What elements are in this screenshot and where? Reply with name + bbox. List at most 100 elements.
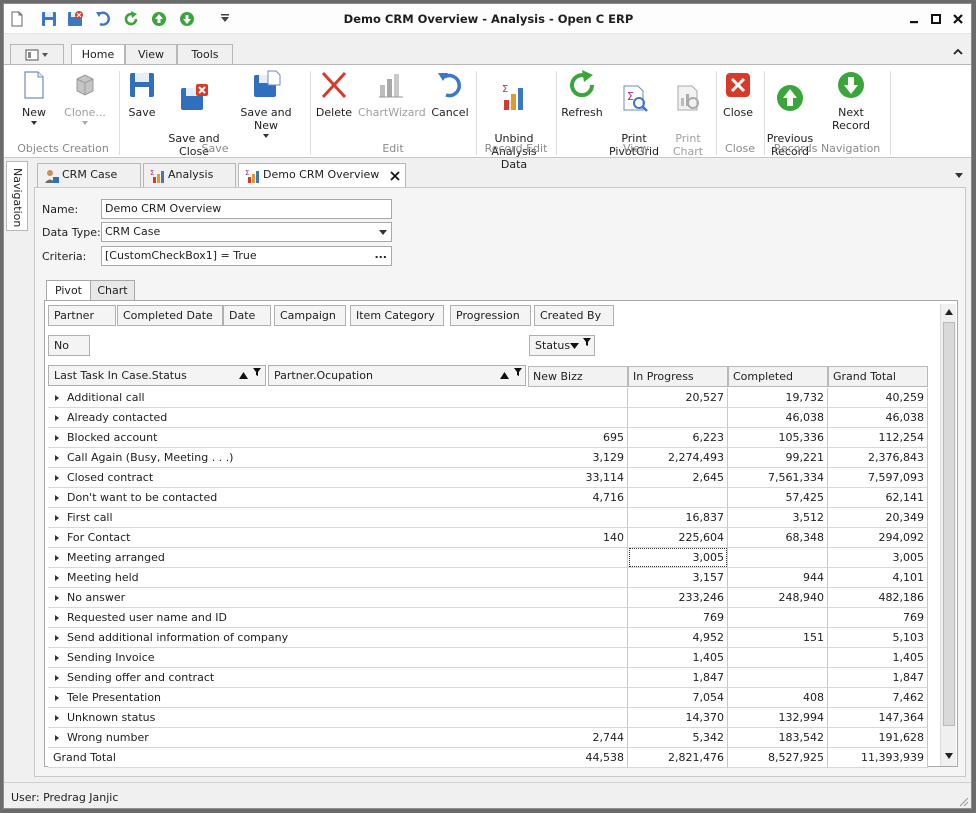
pivot-cell[interactable] (528, 388, 628, 408)
expand-row-icon[interactable] (55, 595, 59, 601)
name-field[interactable]: Demo CRM Overview (101, 199, 392, 219)
expand-row-icon[interactable] (55, 515, 59, 521)
next-record-button[interactable]: Next Record (818, 69, 884, 132)
expand-row-icon[interactable] (55, 455, 59, 461)
pivot-cell[interactable] (528, 708, 628, 728)
pivot-cell[interactable]: 1,405 (828, 648, 928, 668)
pivot-cell[interactable]: 191,628 (828, 728, 928, 748)
vertical-scrollbar[interactable] (940, 304, 956, 766)
pivot-row-header[interactable]: Send additional information of company (48, 628, 532, 648)
filter-field-completed-date[interactable]: Completed Date (117, 305, 223, 326)
pivot-cell[interactable]: 2,744 (528, 728, 628, 748)
pivot-cell[interactable]: 20,349 (828, 508, 928, 528)
pivot-cell[interactable]: 944 (728, 568, 828, 588)
unbind-analysis-data-button[interactable]: Σ Unbind Analysis Data (478, 69, 550, 184)
tab-home[interactable]: Home (71, 44, 125, 66)
pivot-cell[interactable] (528, 568, 628, 588)
pivot-row-header[interactable]: Blocked account (48, 428, 532, 448)
pivot-cell[interactable] (528, 608, 628, 628)
pivot-cell[interactable]: 57,425 (728, 488, 828, 508)
pivot-cell[interactable]: 19,732 (728, 388, 828, 408)
tab-pivot[interactable]: Pivot (46, 280, 91, 302)
new-button[interactable]: New (14, 69, 54, 125)
pivot-cell[interactable]: 46,038 (828, 408, 928, 428)
pivot-cell[interactable]: 248,940 (728, 588, 828, 608)
pivot-cell[interactable]: 482,186 (828, 588, 928, 608)
expand-row-icon[interactable] (55, 495, 59, 501)
pivot-cell[interactable]: 151 (728, 628, 828, 648)
filter-field-date[interactable]: Date (223, 305, 271, 326)
pivot-cell[interactable]: 16,837 (628, 508, 728, 528)
pivot-row-header[interactable]: Meeting held (48, 568, 532, 588)
data-field-no[interactable]: No (48, 335, 90, 356)
pivot-cell[interactable]: 20,527 (628, 388, 728, 408)
pivot-cell[interactable] (628, 488, 728, 508)
pivot-cell[interactable]: 2,274,493 (628, 448, 728, 468)
expand-row-icon[interactable] (55, 695, 59, 701)
pivot-cell[interactable]: 1,847 (828, 668, 928, 688)
pivot-cell[interactable]: 6,223 (628, 428, 728, 448)
filter-field-created-by[interactable]: Created By (534, 305, 614, 326)
expand-row-icon[interactable] (55, 475, 59, 481)
expand-row-icon[interactable] (55, 395, 59, 401)
criteria-field[interactable]: [CustomCheckBox1] = True ... (101, 246, 392, 266)
save-button[interactable]: Save (124, 69, 160, 119)
pivot-cell[interactable]: 183,542 (728, 728, 828, 748)
pivot-cell[interactable] (528, 548, 628, 568)
expand-row-icon[interactable] (55, 575, 59, 581)
pivot-cell[interactable]: 769 (828, 608, 928, 628)
pivot-cell[interactable]: 40,259 (828, 388, 928, 408)
pivot-row-header[interactable]: Requested user name and ID (48, 608, 532, 628)
filter-field-item-category[interactable]: Item Category (350, 305, 444, 326)
expand-row-icon[interactable] (55, 535, 59, 541)
column-header-new-bizz[interactable]: New Bizz (528, 366, 628, 387)
expand-row-icon[interactable] (55, 415, 59, 421)
scroll-down-icon[interactable] (945, 753, 953, 759)
close-tab-icon[interactable] (390, 171, 400, 181)
cancel-button[interactable]: Cancel (428, 69, 472, 119)
scroll-up-icon[interactable] (945, 309, 953, 315)
pivot-cell[interactable]: 3,005 (628, 548, 728, 568)
expand-row-icon[interactable] (55, 615, 59, 621)
close-window-icon[interactable] (951, 12, 965, 26)
tab-list-dropdown-icon[interactable] (954, 173, 964, 179)
pivot-cell[interactable]: 4,952 (628, 628, 728, 648)
pivot-row-header[interactable]: No answer (48, 588, 532, 608)
application-menu-button[interactable] (10, 44, 64, 65)
column-field-status[interactable]: Status (529, 335, 595, 356)
pivot-cell[interactable]: 140 (528, 528, 628, 548)
pivot-cell[interactable]: 46,038 (728, 408, 828, 428)
doc-tab-analysis[interactable]: Σ Analysis (143, 163, 236, 187)
row-field-partner-ocupation[interactable]: Partner.Ocupation (268, 365, 526, 386)
print-chart-button[interactable]: Print Chart (664, 69, 712, 171)
scrollbar-thumb[interactable] (943, 322, 955, 726)
pivot-cell[interactable]: 112,254 (828, 428, 928, 448)
pivot-row-header[interactable]: Wrong number (48, 728, 532, 748)
pivot-cell[interactable] (528, 508, 628, 528)
pivot-cell[interactable] (528, 688, 628, 708)
collapse-ribbon-icon[interactable] (952, 47, 964, 57)
save-and-close-button[interactable]: Save and Close (166, 69, 222, 171)
pivot-cell[interactable]: 769 (628, 608, 728, 628)
pivot-row-header[interactable]: Call Again (Busy, Meeting . . .) (48, 448, 532, 468)
column-header-completed[interactable]: Completed (728, 366, 828, 387)
pivot-cell[interactable]: 99,221 (728, 448, 828, 468)
close-button[interactable]: Close (718, 69, 758, 119)
pivot-cell[interactable]: 7,597,093 (828, 468, 928, 488)
expand-row-icon[interactable] (55, 655, 59, 661)
expand-row-icon[interactable] (55, 555, 59, 561)
pivot-row-header[interactable]: Already contacted (48, 408, 532, 428)
pivot-cell[interactable]: 408 (728, 688, 828, 708)
previous-record-button[interactable]: Previous Record (764, 69, 816, 171)
pivot-cell[interactable]: 4,716 (528, 488, 628, 508)
pivot-cell[interactable] (628, 408, 728, 428)
pivot-cell[interactable] (528, 648, 628, 668)
tab-view[interactable]: View (125, 44, 177, 65)
clone-button[interactable]: Clone... (59, 69, 111, 125)
maximize-icon[interactable] (929, 12, 943, 26)
pivot-row-header[interactable]: For Contact (48, 528, 532, 548)
pivot-row-header[interactable]: Sending offer and contract (48, 668, 532, 688)
column-header-in-progress[interactable]: In Progress (628, 366, 728, 387)
filter-icon[interactable] (583, 338, 591, 346)
resize-grip-icon[interactable] (957, 795, 969, 807)
